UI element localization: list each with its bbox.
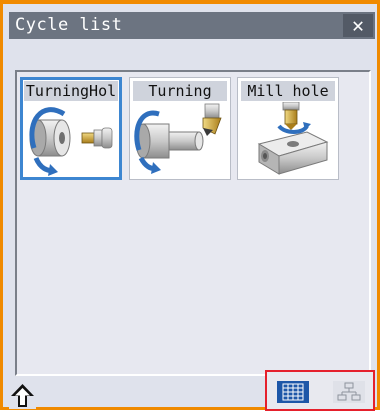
up-arrow-icon[interactable] <box>9 382 36 409</box>
grid-icon <box>282 383 304 401</box>
turning-hole-icon <box>29 107 113 176</box>
view-mode-group <box>265 370 375 411</box>
window-title: Cycle list <box>15 15 123 35</box>
cycle-list-window: Cycle list ✕ TurningHol Turning Mill hol… <box>0 0 380 411</box>
cycle-tile-label: TurningHol <box>24 81 118 101</box>
grid-view-button[interactable] <box>277 381 309 403</box>
cycle-panel: TurningHol Turning Mill hole <box>15 70 371 376</box>
title-bar: Cycle list ✕ <box>9 12 375 39</box>
mill-hole-icon <box>257 102 329 175</box>
cycle-tile-mill-hole[interactable]: Mill hole <box>237 77 339 180</box>
tree-view-button[interactable] <box>333 381 365 403</box>
turning-icon <box>134 103 222 174</box>
cycle-tile-label: Mill hole <box>241 81 335 101</box>
close-button[interactable]: ✕ <box>343 14 373 37</box>
cycle-tile-turning[interactable]: Turning <box>129 77 231 180</box>
cycle-tile-label: Turning <box>133 81 227 101</box>
tree-icon <box>337 382 361 401</box>
cycle-tile-turninghol[interactable]: TurningHol <box>20 77 122 180</box>
close-icon: ✕ <box>351 13 365 37</box>
